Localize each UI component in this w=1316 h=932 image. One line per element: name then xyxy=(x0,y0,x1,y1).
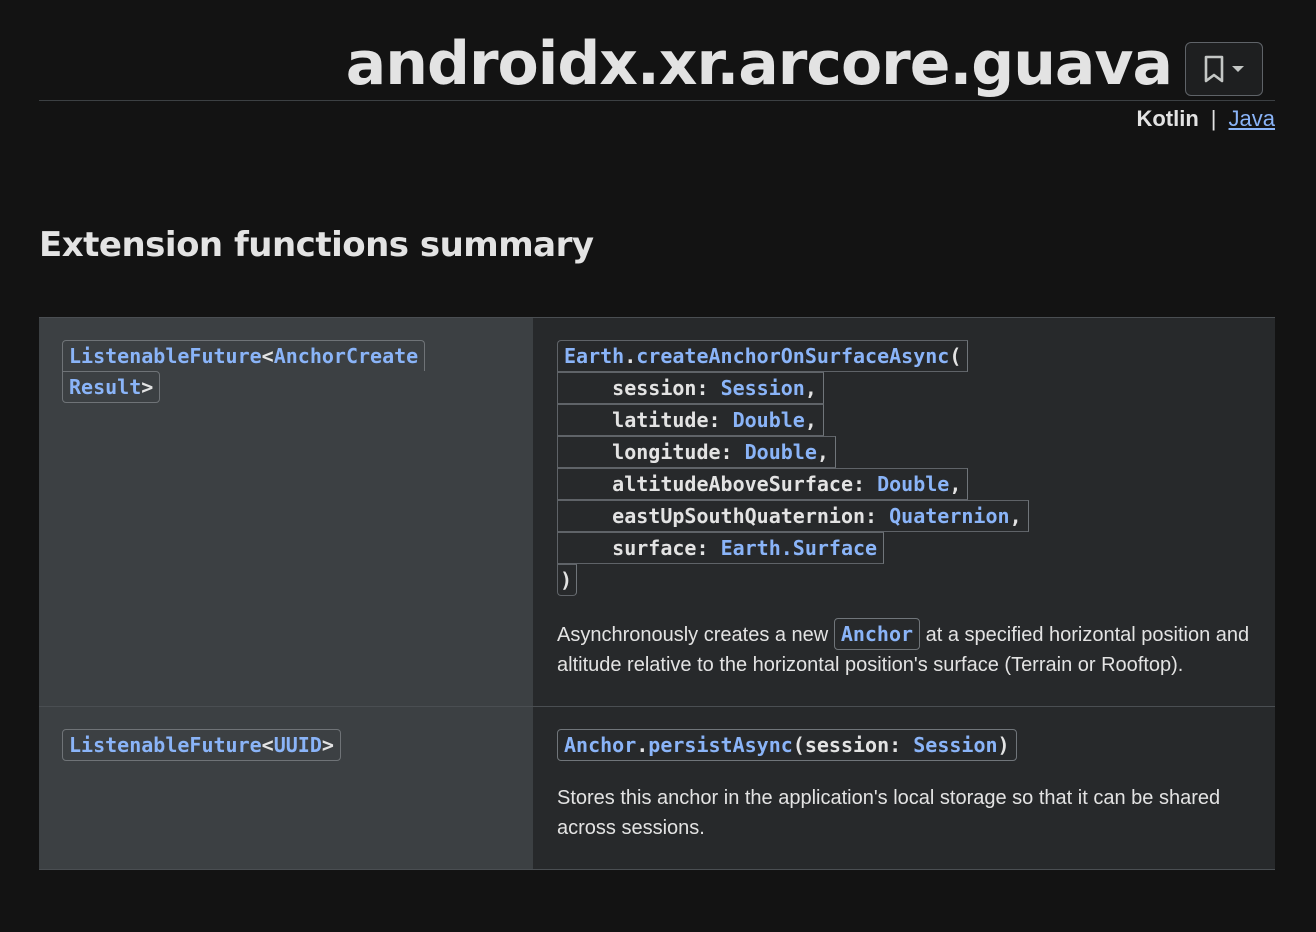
type-link-anchorcreateresult[interactable]: AnchorCreate xyxy=(274,344,419,368)
param-name: surface xyxy=(612,536,697,560)
param-name: longitude xyxy=(612,440,721,464)
type-link-earth[interactable]: Earth xyxy=(564,344,624,368)
type-link-quaternion[interactable]: Quaternion xyxy=(889,504,1009,528)
type-link-anchor[interactable]: Anchor xyxy=(833,618,921,650)
section-title: Extension functions summary xyxy=(39,225,594,265)
type-link-listenablefuture[interactable]: ListenableFuture xyxy=(69,344,262,368)
function-signature: Earth.createAnchorOnSurfaceAsync( sessio… xyxy=(557,340,1251,596)
param-name: session xyxy=(804,733,890,757)
type-link-session[interactable]: Session xyxy=(721,376,805,400)
language-switcher: Kotlin | Java xyxy=(1136,104,1275,134)
param-name: session xyxy=(612,376,697,400)
page-title: androidx.xr.arcore.guava xyxy=(345,29,1173,99)
param-name: altitudeAboveSurface xyxy=(612,472,853,496)
type-link-earth-surface[interactable]: Earth.Surface xyxy=(721,536,878,560)
type-link-listenablefuture[interactable]: ListenableFuture xyxy=(69,733,262,757)
method-link-createanchoronsurfaceasync[interactable]: createAnchorOnSurfaceAsync xyxy=(636,344,949,368)
lang-java-link[interactable]: Java xyxy=(1229,104,1275,134)
signature-cell: Anchor.persistAsync(session: Session) St… xyxy=(533,707,1275,869)
return-type: ListenableFuture<UUID> xyxy=(62,729,510,761)
signature-cell: Earth.createAnchorOnSurfaceAsync( sessio… xyxy=(533,318,1275,706)
bookmark-icon xyxy=(1203,55,1225,83)
table-row: ListenableFuture<UUID> Anchor.persistAsy… xyxy=(39,706,1275,869)
lang-separator: | xyxy=(1210,106,1217,131)
return-type-cell: ListenableFuture<UUID> xyxy=(39,707,533,869)
type-link-double[interactable]: Double xyxy=(733,408,805,432)
method-link-persistasync[interactable]: persistAsync xyxy=(648,733,793,757)
return-type: ListenableFuture<AnchorCreate Result> xyxy=(62,340,510,403)
type-link-double[interactable]: Double xyxy=(877,472,949,496)
type-link-uuid[interactable]: UUID xyxy=(274,733,322,757)
type-link-double[interactable]: Double xyxy=(745,440,817,464)
extension-functions-table: ListenableFuture<AnchorCreate Result> Ear… xyxy=(39,317,1275,870)
type-link-anchor[interactable]: Anchor xyxy=(564,733,636,757)
param-name: latitude xyxy=(612,408,709,432)
lang-kotlin: Kotlin xyxy=(1136,106,1199,131)
function-description: Asynchronously creates a new Anchor at a… xyxy=(557,618,1251,680)
function-signature: Anchor.persistAsync(session: Session) xyxy=(557,729,1251,761)
type-link-anchorcreateresult-cont[interactable]: Result xyxy=(69,375,141,399)
chevron-down-icon xyxy=(1231,65,1245,73)
type-link-session[interactable]: Session xyxy=(913,733,997,757)
function-description: Stores this anchor in the application's … xyxy=(557,787,1221,839)
param-name: eastUpSouthQuaternion xyxy=(612,504,866,528)
page-header: androidx.xr.arcore.guava xyxy=(39,0,1275,101)
bookmark-button[interactable] xyxy=(1185,42,1263,96)
table-row: ListenableFuture<AnchorCreate Result> Ear… xyxy=(39,318,1275,706)
return-type-cell: ListenableFuture<AnchorCreate Result> xyxy=(39,318,533,706)
